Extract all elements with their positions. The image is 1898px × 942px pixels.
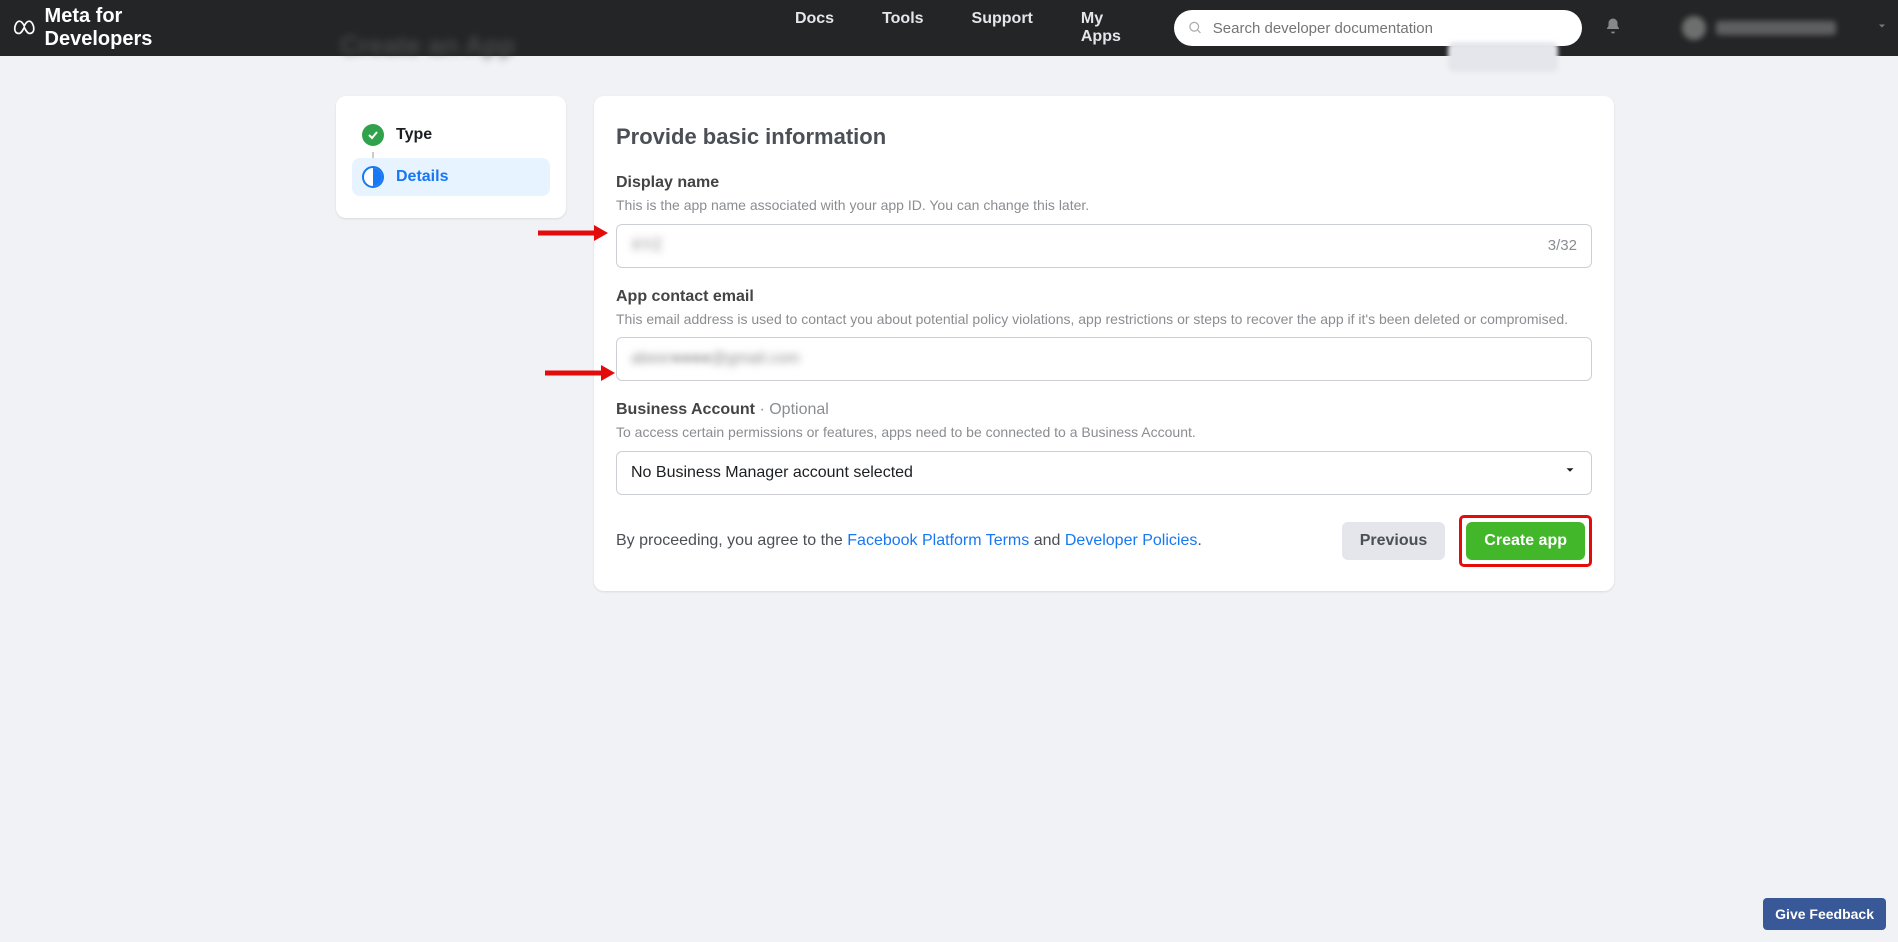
platform-terms-link[interactable]: Facebook Platform Terms xyxy=(847,532,1029,549)
ghost-cancel-button xyxy=(1448,42,1558,72)
search-box[interactable] xyxy=(1174,10,1582,46)
business-label: Business Account · Optional xyxy=(616,401,1592,419)
nav-links: Docs Tools Support My Apps xyxy=(795,10,1128,46)
top-navigation: Meta for Developers Docs Tools Support M… xyxy=(0,0,1898,56)
business-select[interactable]: No Business Manager account selected xyxy=(616,451,1592,495)
email-input[interactable]: abeer●●●●@gmail.com xyxy=(616,337,1592,381)
display-name-hint: This is the app name associated with you… xyxy=(616,196,1592,216)
step-type-label: Type xyxy=(396,126,432,144)
email-hint: This email address is used to contact yo… xyxy=(616,310,1592,330)
agree-text: By proceeding, you agree to the Facebook… xyxy=(616,532,1202,550)
button-group: Previous Create app xyxy=(1342,515,1592,567)
user-name xyxy=(1716,21,1836,35)
avatar xyxy=(1682,16,1706,40)
nav-tools[interactable]: Tools xyxy=(882,10,923,46)
business-label-text: Business Account xyxy=(616,401,755,418)
search-input[interactable] xyxy=(1213,20,1568,37)
email-label: App contact email xyxy=(616,288,1592,306)
display-name-input[interactable]: XYZ 3/32 xyxy=(616,224,1592,268)
highlight-box: Create app xyxy=(1459,515,1592,567)
step-details[interactable]: Details xyxy=(352,158,550,196)
card-title: Provide basic information xyxy=(616,124,1592,150)
display-name-group: Display name This is the app name associ… xyxy=(616,174,1592,268)
developer-policies-link[interactable]: Developer Policies xyxy=(1065,532,1198,549)
display-name-value: XYZ xyxy=(631,237,662,255)
business-selected: No Business Manager account selected xyxy=(631,464,913,482)
steps-sidebar: Type Details xyxy=(336,96,566,218)
footer-row: By proceeding, you agree to the Facebook… xyxy=(616,515,1592,567)
caret-down-icon xyxy=(1563,463,1577,482)
previous-button[interactable]: Previous xyxy=(1342,522,1446,560)
meta-icon xyxy=(12,15,37,41)
business-hint: To access certain permissions or feature… xyxy=(616,423,1592,443)
user-menu[interactable] xyxy=(1682,16,1836,40)
email-group: App contact email This email address is … xyxy=(616,288,1592,382)
brand-title: Meta for Developers xyxy=(45,5,225,51)
display-name-label: Display name xyxy=(616,174,1592,192)
char-count: 3/32 xyxy=(1548,237,1577,254)
half-circle-icon xyxy=(362,166,384,188)
business-optional: · Optional xyxy=(755,401,829,418)
step-details-label: Details xyxy=(396,168,448,186)
notifications-icon[interactable] xyxy=(1604,17,1622,40)
chevron-down-icon[interactable] xyxy=(1876,19,1888,37)
email-value: abeer●●●●@gmail.com xyxy=(631,350,800,368)
agree-suffix: . xyxy=(1197,532,1201,549)
checkmark-icon xyxy=(362,124,384,146)
create-app-button[interactable]: Create app xyxy=(1466,522,1585,560)
agree-middle: and xyxy=(1029,532,1065,549)
main-card: Provide basic information Display name T… xyxy=(594,96,1614,591)
search-icon xyxy=(1188,20,1203,36)
page-title-ghost: Create an App xyxy=(340,30,515,61)
give-feedback-button[interactable]: Give Feedback xyxy=(1763,898,1886,930)
agree-prefix: By proceeding, you agree to the xyxy=(616,532,847,549)
nav-support[interactable]: Support xyxy=(972,10,1033,46)
nav-docs[interactable]: Docs xyxy=(795,10,834,46)
step-type[interactable]: Type xyxy=(352,116,550,154)
brand-logo[interactable]: Meta for Developers xyxy=(12,5,225,51)
nav-myapps[interactable]: My Apps xyxy=(1081,10,1128,46)
business-group: Business Account · Optional To access ce… xyxy=(616,401,1592,495)
